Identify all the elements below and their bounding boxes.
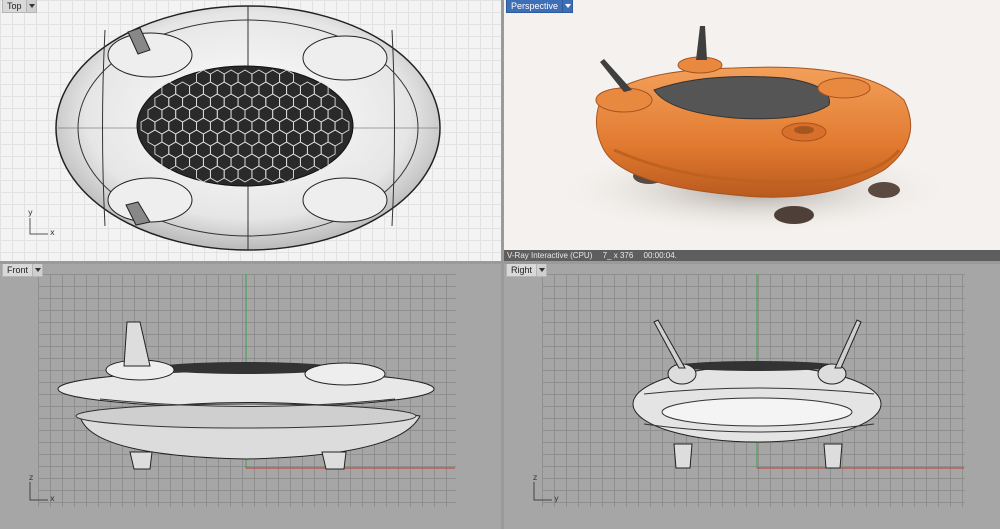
chevron-down-icon[interactable] <box>33 264 44 277</box>
top-view-model <box>55 5 441 251</box>
render-preview <box>554 26 954 235</box>
axis-gizmo <box>29 218 48 235</box>
chevron-down-icon[interactable] <box>563 0 574 13</box>
viewport-label: Perspective <box>506 0 564 13</box>
viewport-label: Right <box>506 264 538 277</box>
chevron-down-icon[interactable] <box>26 0 37 13</box>
viewport-right[interactable]: Right z y <box>504 264 1000 529</box>
front-view-model <box>57 274 455 470</box>
viewport-tab-perspective[interactable]: Perspective <box>506 0 574 13</box>
viewport-tab-top[interactable]: Top <box>2 0 37 13</box>
viewport-perspective[interactable]: Perspective V-Ray Interactive (CPU) 7_ x… <box>504 0 1000 261</box>
viewport-label: Front <box>2 264 34 277</box>
viewport-tab-front[interactable]: Front <box>2 264 44 277</box>
render-resolution: 7_ x 376 <box>602 251 634 260</box>
render-elapsed: 00:00:04. <box>643 251 677 260</box>
chevron-down-icon[interactable] <box>537 264 548 277</box>
render-status-bar: V-Ray Interactive (CPU) 7_ x 376 00:00:0… <box>504 250 1000 261</box>
viewport-top[interactable]: Top y x <box>0 0 501 261</box>
viewport-tab-right[interactable]: Right <box>506 264 548 277</box>
axis-gizmo <box>29 482 48 501</box>
axis-gizmo <box>533 482 552 501</box>
right-view-model <box>632 274 964 469</box>
viewport-label: Top <box>2 0 27 13</box>
renderer-name: V-Ray Interactive (CPU) <box>507 251 593 260</box>
viewport-front[interactable]: Front z x <box>0 264 501 529</box>
